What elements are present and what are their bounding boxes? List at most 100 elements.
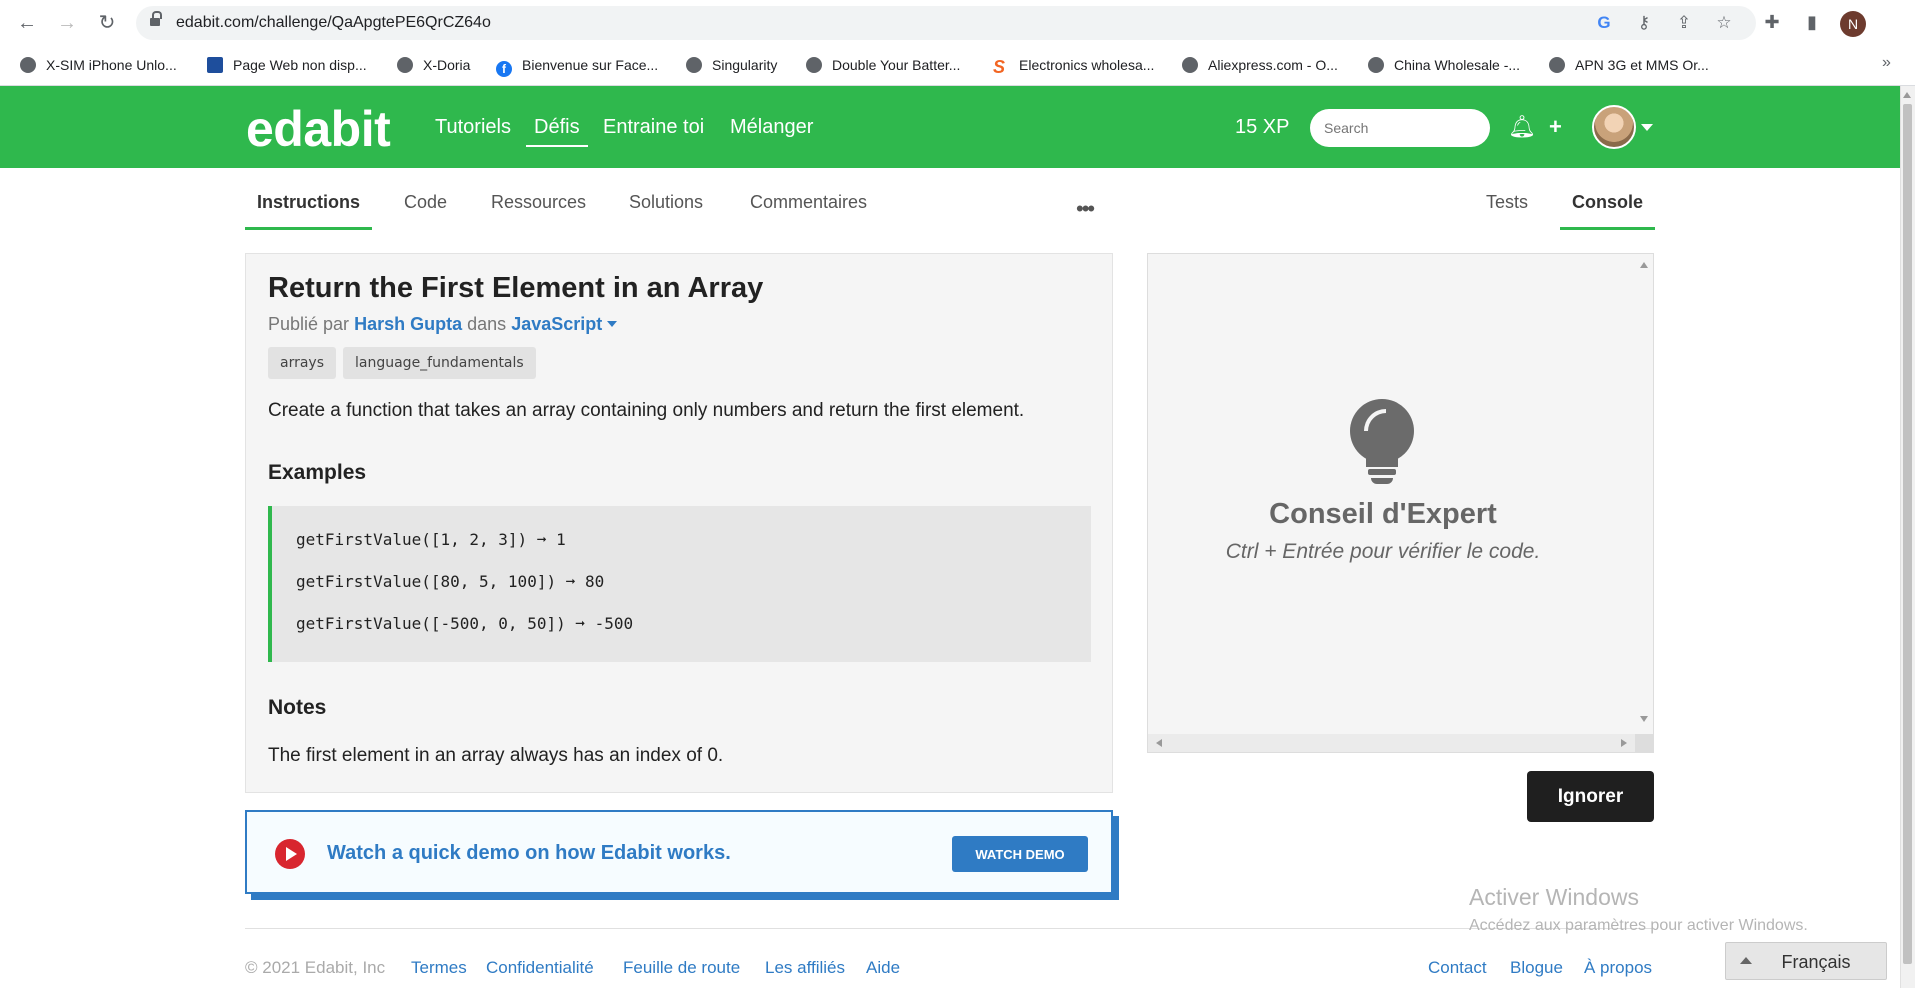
footer-link-confidentialite[interactable]: Confidentialité (486, 958, 594, 978)
url-text[interactable]: edabit.com/challenge/QaApgtePE6QrCZ64o (176, 14, 491, 32)
demo-banner: Watch a quick demo on how Edabit works. … (245, 810, 1113, 894)
profile-avatar[interactable]: N (1840, 11, 1866, 37)
chevron-down-icon[interactable] (1641, 124, 1653, 131)
scroll-down-arrow-icon[interactable] (1640, 716, 1648, 722)
globe-icon (1368, 57, 1384, 73)
search-input[interactable] (1310, 109, 1490, 147)
bookmark-item[interactable]: Aliexpress.com - O... (1182, 54, 1338, 76)
scroll-left-arrow-icon[interactable] (1156, 739, 1162, 747)
footer-link-contact[interactable]: Contact (1428, 958, 1487, 978)
bookmarks-overflow-button[interactable]: » (1882, 54, 1891, 72)
bookmark-item[interactable]: Double Your Batter... (806, 54, 960, 76)
windows-activation-title: Activer Windows (1469, 884, 1639, 910)
tab-console[interactable]: Console (1560, 192, 1656, 230)
site-header: edabit Tutoriels Défis Entraine toi Méla… (0, 86, 1900, 168)
bookmark-item[interactable]: Singularity (686, 54, 777, 76)
extensions-puzzle-icon[interactable]: ✚ (1760, 10, 1784, 34)
examples-code-block: getFirstValue([1, 2, 3]) ➞ 1 getFirstVal… (268, 506, 1091, 662)
code-example: getFirstValue([80, 5, 100]) ➞ 80 (296, 572, 605, 591)
code-example: getFirstValue([-500, 0, 50]) ➞ -500 (296, 614, 634, 633)
nav-tutoriels[interactable]: Tutoriels (435, 116, 511, 139)
tip-title: Conseil d'Expert (1269, 498, 1497, 530)
globe-icon (806, 57, 822, 73)
scroll-up-arrow-icon[interactable] (1640, 262, 1648, 268)
globe-icon (1549, 57, 1565, 73)
share-icon[interactable]: ⇪ (1674, 13, 1694, 33)
bell-icon[interactable]: 🔔︎ (1508, 114, 1536, 140)
language-label: Français (1781, 952, 1851, 972)
bookmark-item[interactable]: X-Doria (397, 54, 470, 76)
reload-icon[interactable]: ↻ (94, 10, 120, 36)
globe-icon (1182, 57, 1198, 73)
globe-icon (686, 57, 702, 73)
footer-link-feuille-de-route[interactable]: Feuille de route (623, 958, 740, 978)
console-vertical-scrollbar[interactable] (1635, 254, 1653, 734)
nav-entraine-toi[interactable]: Entraine toi (603, 116, 704, 139)
tab-tests[interactable]: Tests (1486, 192, 1528, 227)
published-by-label: Publié par (268, 314, 350, 334)
author-link[interactable]: Harsh Gupta (354, 314, 462, 334)
google-icon[interactable]: G (1594, 13, 1614, 33)
address-bar[interactable]: edabit.com/challenge/QaApgtePE6QrCZ64o G… (136, 6, 1756, 40)
xp-counter: 15 XP (1235, 116, 1290, 138)
bookmark-item[interactable]: Page Web non disp... (207, 54, 367, 76)
notes-text: The first element in an array always has… (268, 745, 724, 766)
challenge-card: Return the First Element in an Array Pub… (245, 253, 1113, 793)
facebook-icon: f (496, 61, 512, 77)
scroll-right-arrow-icon[interactable] (1621, 739, 1627, 747)
browser-toolbar: ← → ↻ edabit.com/challenge/QaApgtePE6QrC… (0, 0, 1915, 46)
tab-instructions[interactable]: Instructions (245, 192, 373, 230)
language-selector[interactable]: Français (1725, 942, 1887, 980)
edabit-logo[interactable]: edabit (246, 100, 391, 158)
globe-icon (397, 57, 413, 73)
chevron-down-icon[interactable] (607, 321, 618, 327)
language-dropdown[interactable]: JavaScript (511, 314, 602, 334)
tab-commentaires[interactable]: Commentaires (750, 192, 867, 227)
s-logo-icon: S (993, 57, 1006, 77)
examples-heading: Examples (268, 461, 367, 484)
side-panel-icon[interactable]: ▮ (1800, 10, 1824, 34)
footer-link-aide[interactable]: Aide (866, 958, 900, 978)
star-icon[interactable]: ☆ (1714, 13, 1734, 33)
globe-icon (20, 57, 36, 73)
back-arrow-icon[interactable]: ← (14, 10, 40, 36)
windows-activation-subtitle: Accédez aux paramètres pour activer Wind… (1469, 917, 1808, 934)
tag-arrays[interactable]: arrays (268, 347, 337, 379)
plus-icon[interactable]: + (1549, 114, 1562, 140)
key-icon[interactable]: ⚷ (1634, 13, 1654, 33)
tab-solutions[interactable]: Solutions (629, 192, 703, 227)
nav-defis[interactable]: Défis (526, 116, 588, 147)
tab-ressources[interactable]: Ressources (491, 192, 586, 227)
tag-language-fundamentals[interactable]: language_fundamentals (343, 347, 536, 379)
bookmark-item[interactable]: f Bienvenue sur Face... (496, 54, 658, 77)
tab-code[interactable]: Code (404, 192, 447, 227)
footer-link-termes[interactable]: Termes (411, 958, 467, 978)
scrollbar-corner (1635, 734, 1653, 752)
in-label: dans (467, 314, 507, 334)
console-panel[interactable]: Conseil d'Expert Ctrl + Entrée pour véri… (1147, 253, 1654, 753)
scroll-up-arrow-icon[interactable] (1903, 92, 1911, 98)
footer-link-affilies[interactable]: Les affiliés (765, 958, 845, 978)
notes-heading: Notes (268, 696, 327, 719)
bookmark-item[interactable]: S Electronics wholesa... (993, 54, 1154, 76)
lightbulb-icon (1350, 399, 1414, 489)
watch-demo-button[interactable]: WATCH DEMO (952, 836, 1088, 872)
console-horizontal-scrollbar[interactable] (1148, 734, 1635, 752)
bookmark-item[interactable]: China Wholesale -... (1368, 54, 1520, 76)
demo-banner-text[interactable]: Watch a quick demo on how Edabit works. (327, 842, 731, 865)
bookmark-item[interactable]: X-SIM iPhone Unlo... (20, 54, 177, 76)
user-avatar[interactable] (1592, 105, 1636, 149)
nav-melanger[interactable]: Mélanger (730, 116, 813, 139)
footer-link-blogue[interactable]: Blogue (1510, 958, 1563, 978)
site-icon (207, 57, 223, 73)
footer-link-a-propos[interactable]: À propos (1584, 958, 1652, 978)
play-icon[interactable] (275, 839, 305, 869)
ignore-button[interactable]: Ignorer (1527, 771, 1654, 822)
code-example: getFirstValue([1, 2, 3]) ➞ 1 (296, 530, 566, 549)
more-options-icon[interactable]: ••• (1076, 196, 1095, 222)
bookmark-item[interactable]: APN 3G et MMS Or... (1549, 54, 1709, 76)
forward-arrow-icon[interactable]: → (54, 10, 80, 36)
footer-divider (245, 928, 1655, 929)
page-scrollbar-thumb[interactable] (1903, 104, 1912, 964)
copyright-text: © 2021 Edabit, Inc (245, 958, 386, 977)
